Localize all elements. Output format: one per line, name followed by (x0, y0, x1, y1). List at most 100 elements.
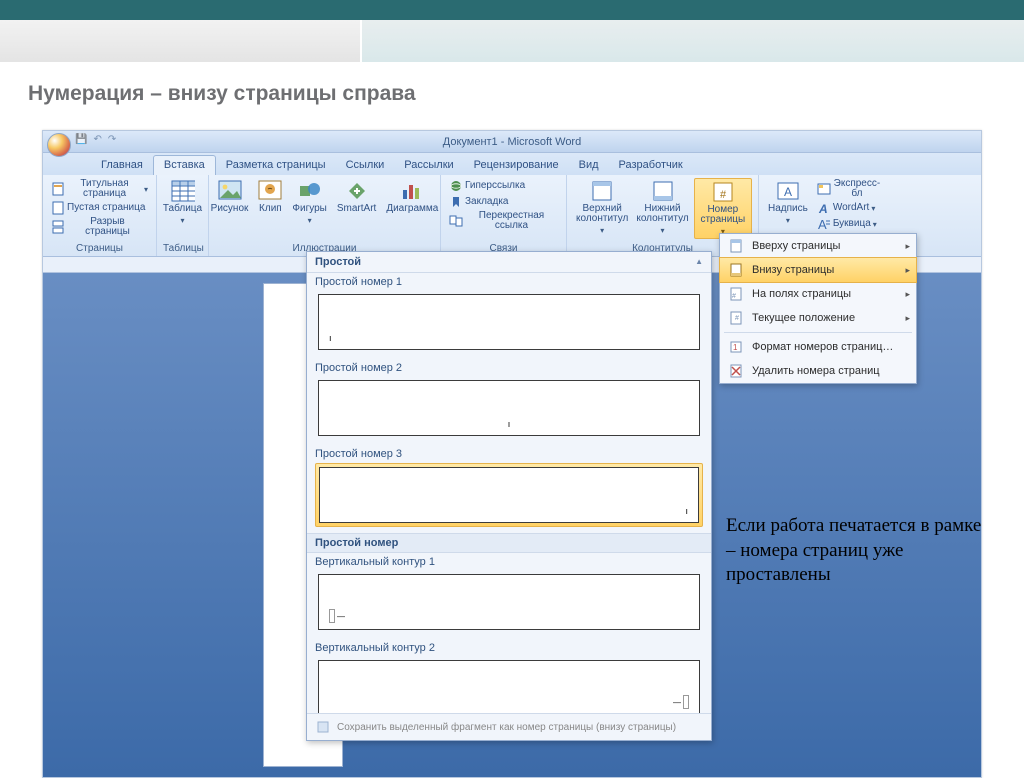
picture-button[interactable]: Рисунок (208, 178, 252, 216)
undo-icon: ↶ (93, 134, 101, 145)
crossref-button[interactable]: Перекрестная ссылка (447, 210, 560, 232)
page-break-label: Разрыв страницы (67, 217, 148, 237)
tab-home[interactable]: Главная (91, 156, 153, 175)
tab-view[interactable]: Вид (569, 156, 609, 175)
page-number-icon: # (711, 181, 735, 203)
svg-text:#: # (720, 189, 727, 201)
svg-text:#: # (735, 315, 739, 322)
tab-review[interactable]: Рецензирование (464, 156, 569, 175)
footer-icon (651, 180, 675, 202)
gallery-section-plain-number: Простой номер (307, 533, 711, 553)
gallery-scroll[interactable]: Простой номер 1 ı Простой номер 2 ı Прос… (307, 273, 711, 713)
chevron-right-icon: ▸ (905, 241, 910, 252)
page-num-mark: ı (508, 419, 511, 429)
title-page-label: Титульная страница (67, 179, 142, 199)
ribbon-tabs: Главная Вставка Разметка страницы Ссылки… (43, 153, 981, 175)
page-num-mark: ı (685, 506, 688, 516)
presentation-top-bar (0, 0, 1024, 20)
svg-text:A: A (818, 202, 828, 215)
hyperlink-icon (449, 179, 463, 193)
gallery-item-vertical-1[interactable]: Вертикальный контур 1 — (307, 553, 711, 639)
decorative-strip (0, 20, 1024, 62)
menu-top-of-page[interactable]: Вверху страницы ▸ (720, 234, 916, 258)
titlebar: 💾↶↷ Документ1 - Microsoft Word (43, 131, 981, 153)
tab-developer[interactable]: Разработчик (609, 156, 693, 175)
gallery-item-label: Вертикальный контур 1 (315, 556, 703, 568)
blank-page-label: Пустая страница (67, 203, 145, 213)
picture-label: Рисунок (211, 204, 249, 214)
clip-button[interactable]: Клип (255, 178, 285, 216)
tab-mailings[interactable]: Рассылки (394, 156, 463, 175)
gallery-item-plain-3[interactable]: Простой номер 3 ı (307, 445, 711, 533)
quickparts-icon (817, 182, 831, 196)
gallery-header-label: Простой (315, 256, 361, 268)
tab-references[interactable]: Ссылки (336, 156, 395, 175)
quick-access-toolbar[interactable]: 💾↶↷ (75, 134, 116, 145)
chart-button[interactable]: Диаграмма (383, 178, 441, 216)
menu-page-margins[interactable]: # На полях страницы ▸ (720, 282, 916, 306)
textbox-icon: A (776, 180, 800, 202)
page-break-button[interactable]: Разрыв страницы (49, 216, 150, 238)
office-button[interactable] (47, 133, 71, 157)
gallery-item-plain-2[interactable]: Простой номер 2 ı (307, 359, 711, 445)
bottom-of-page-icon (728, 262, 744, 278)
title-page-button[interactable]: Титульная страница▾ (49, 178, 150, 200)
menu-remove-numbers[interactable]: Удалить номера страниц (720, 359, 916, 383)
clip-icon (258, 180, 282, 202)
smartart-label: SmartArt (337, 204, 376, 214)
wordart-button[interactable]: A WordArt▾ (815, 200, 883, 216)
page-margins-icon: # (728, 286, 744, 302)
menu-format-numbers[interactable]: 1 Формат номеров страниц… (720, 335, 916, 359)
group-tables-label: Таблицы (163, 242, 202, 255)
footer-button[interactable]: Нижний колонтитул▾ (633, 178, 691, 237)
header-label: Верхний колонтитул (576, 204, 628, 224)
menu-remove-numbers-label: Удалить номера страниц (752, 365, 880, 377)
current-position-icon: # (728, 310, 744, 326)
chart-label: Диаграмма (386, 204, 438, 214)
table-button[interactable]: Таблица ▾ (160, 178, 205, 227)
quickparts-button[interactable]: Экспресс-бл (815, 178, 883, 200)
gallery-item-vertical-2[interactable]: Вертикальный контур 2 — (307, 639, 711, 713)
menu-current-position[interactable]: # Текущее положение ▸ (720, 306, 916, 330)
crossref-label: Перекрестная ссылка (465, 211, 558, 231)
textbox-button[interactable]: A Надпись▾ (765, 178, 811, 227)
smartart-icon (345, 180, 369, 202)
blank-page-icon (51, 201, 65, 215)
remove-numbers-icon (728, 363, 744, 379)
blank-page-button[interactable]: Пустая страница (49, 200, 150, 216)
gallery-item-plain-1[interactable]: Простой номер 1 ı (307, 273, 711, 359)
gallery-item-label: Простой номер 2 (315, 362, 703, 374)
tab-insert[interactable]: Вставка (153, 155, 216, 175)
slide-title: Нумерация – внизу страницы справа (0, 62, 1024, 120)
bookmark-label: Закладка (465, 197, 508, 207)
clip-label: Клип (259, 204, 282, 214)
gallery-save-selection[interactable]: Сохранить выделенный фрагмент как номер … (307, 713, 711, 740)
textbox-label: Надпись (768, 204, 808, 214)
page-number-label: Номер страницы (698, 205, 748, 225)
chart-icon (400, 180, 424, 202)
page-num-mark: — (329, 609, 345, 623)
slide-caption: Если работа печатается в рамке – номера … (726, 514, 986, 588)
chevron-right-icon: ▸ (905, 289, 910, 300)
header-button[interactable]: Верхний колонтитул▾ (573, 178, 631, 237)
title-page-icon (51, 182, 65, 196)
bookmark-button[interactable]: Закладка (447, 194, 560, 210)
chevron-right-icon: ▸ (905, 313, 910, 324)
menu-separator (724, 332, 912, 333)
page-num-mark: — (673, 695, 689, 709)
save-icon: 💾 (75, 134, 87, 145)
group-pages: Титульная страница▾ Пустая страница Разр… (43, 175, 157, 256)
scroll-up-icon[interactable]: ▲ (695, 258, 703, 266)
gallery-save-label: Сохранить выделенный фрагмент как номер … (337, 722, 676, 733)
footer-label: Нижний колонтитул (636, 204, 688, 224)
page-number-button[interactable]: # Номер страницы▾ (694, 178, 752, 239)
smartart-button[interactable]: SmartArt (334, 178, 379, 216)
header-icon (590, 180, 614, 202)
dropcap-button[interactable]: A Буквица▾ (815, 216, 883, 232)
group-links: Гиперссылка Закладка Перекрестная ссылка… (441, 175, 567, 256)
tab-page-layout[interactable]: Разметка страницы (216, 156, 336, 175)
menu-bottom-of-page[interactable]: Внизу страницы ▸ (719, 257, 917, 283)
dropcap-icon: A (817, 217, 831, 231)
shapes-button[interactable]: Фигуры▾ (289, 178, 329, 227)
hyperlink-button[interactable]: Гиперссылка (447, 178, 560, 194)
